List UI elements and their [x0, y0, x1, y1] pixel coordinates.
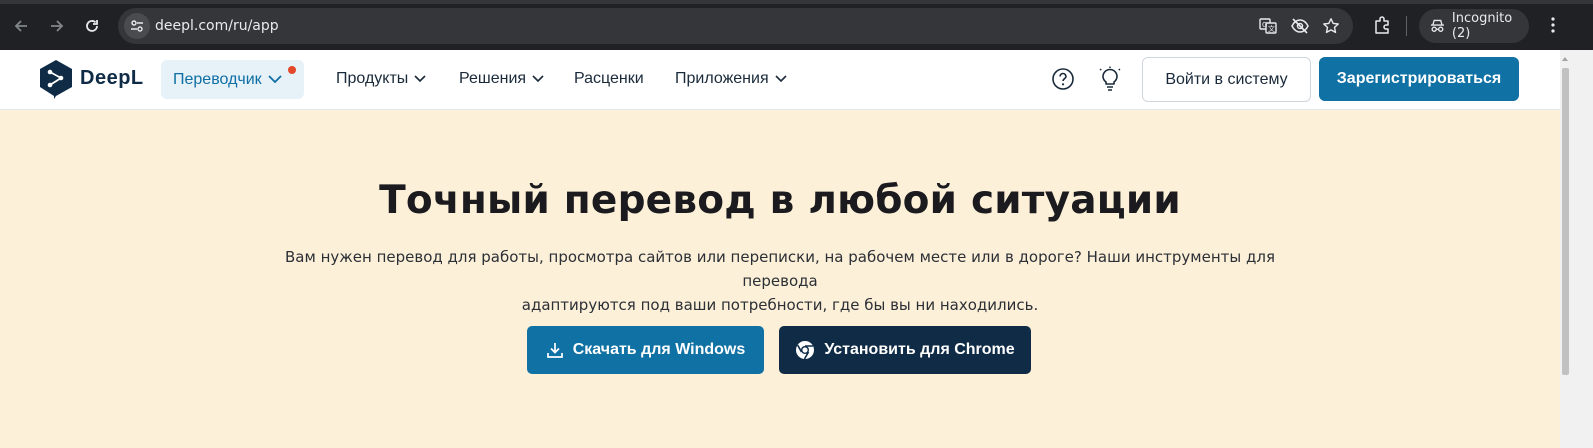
menu-apps[interactable]: Приложения: [675, 70, 787, 88]
svg-text:G: G: [1262, 21, 1267, 29]
hero-subtitle: Вам нужен перевод для работы, просмотра …: [280, 245, 1280, 317]
tab-strip: [0, 0, 1593, 4]
hero-subtitle-line: Вам нужен перевод для работы, просмотра …: [285, 248, 1275, 290]
hero-title: Точный перевод в любой ситуации: [379, 178, 1181, 223]
incognito-label: Incognito (2): [1451, 11, 1513, 41]
download-label: Скачать для Windows: [572, 341, 746, 358]
forward-arrow-icon[interactable]: [44, 13, 70, 39]
lightbulb-icon[interactable]: [1098, 66, 1122, 92]
install-chrome-button[interactable]: Установить для Chrome: [779, 326, 1031, 374]
hero-section: Точный перевод в любой ситуации Вам нуже…: [0, 110, 1560, 448]
help-icon[interactable]: [1051, 67, 1075, 91]
menu-label: Расценки: [574, 70, 644, 87]
chevron-down-icon: [532, 75, 544, 83]
address-bar[interactable]: deepl.com/ru/app G文: [118, 8, 1353, 44]
signup-button[interactable]: Зарегистрироваться: [1319, 57, 1519, 101]
login-button[interactable]: Войти в систему: [1142, 57, 1311, 102]
menu-products[interactable]: Продукты: [336, 70, 426, 88]
chrome-label: Установить для Chrome: [824, 341, 1015, 358]
download-icon: [546, 343, 563, 358]
svg-text:文: 文: [1268, 24, 1275, 33]
hero-subtitle-line: адаптируются под ваши потребности, где б…: [521, 296, 1039, 314]
menu-label: Решения: [459, 70, 527, 87]
chevron-down-icon: [268, 75, 282, 84]
scrollbar-thumb[interactable]: [1562, 68, 1569, 375]
chevron-down-icon: [775, 75, 787, 83]
incognito-icon: [1430, 19, 1444, 32]
site-header: DeepL Переводчик Продукты Решения Расцен…: [0, 50, 1560, 110]
deepl-logo-icon[interactable]: [38, 59, 74, 99]
incognito-badge[interactable]: Incognito (2): [1419, 9, 1529, 43]
reload-icon[interactable]: [79, 13, 105, 39]
menu-solutions[interactable]: Решения: [459, 70, 544, 88]
extensions-icon[interactable]: [1371, 14, 1393, 36]
back-arrow-icon[interactable]: [8, 13, 34, 39]
toolbar-divider: [1406, 16, 1407, 36]
kebab-menu-icon[interactable]: [1542, 14, 1564, 36]
chrome-icon: [796, 341, 815, 360]
download-windows-button[interactable]: Скачать для Windows: [527, 326, 764, 374]
browser-toolbar: deepl.com/ru/app G文 Incognito (2): [0, 0, 1593, 50]
notification-dot: [288, 66, 296, 74]
menu-pricing[interactable]: Расценки: [574, 70, 644, 88]
eye-off-icon[interactable]: [1290, 16, 1310, 36]
chevron-down-icon: [414, 75, 426, 83]
site-settings-icon[interactable]: [124, 13, 150, 39]
menu-label: Приложения: [675, 70, 769, 87]
translator-label: Переводчик: [173, 70, 262, 88]
url-text[interactable]: deepl.com/ru/app: [155, 18, 279, 34]
menu-label: Продукты: [336, 70, 409, 87]
star-icon[interactable]: [1321, 16, 1341, 36]
translator-dropdown[interactable]: Переводчик: [161, 60, 304, 99]
logo-text[interactable]: DeepL: [80, 67, 144, 90]
translate-icon[interactable]: G文: [1258, 16, 1278, 36]
scroll-up-arrow-icon[interactable]: [1561, 55, 1569, 63]
